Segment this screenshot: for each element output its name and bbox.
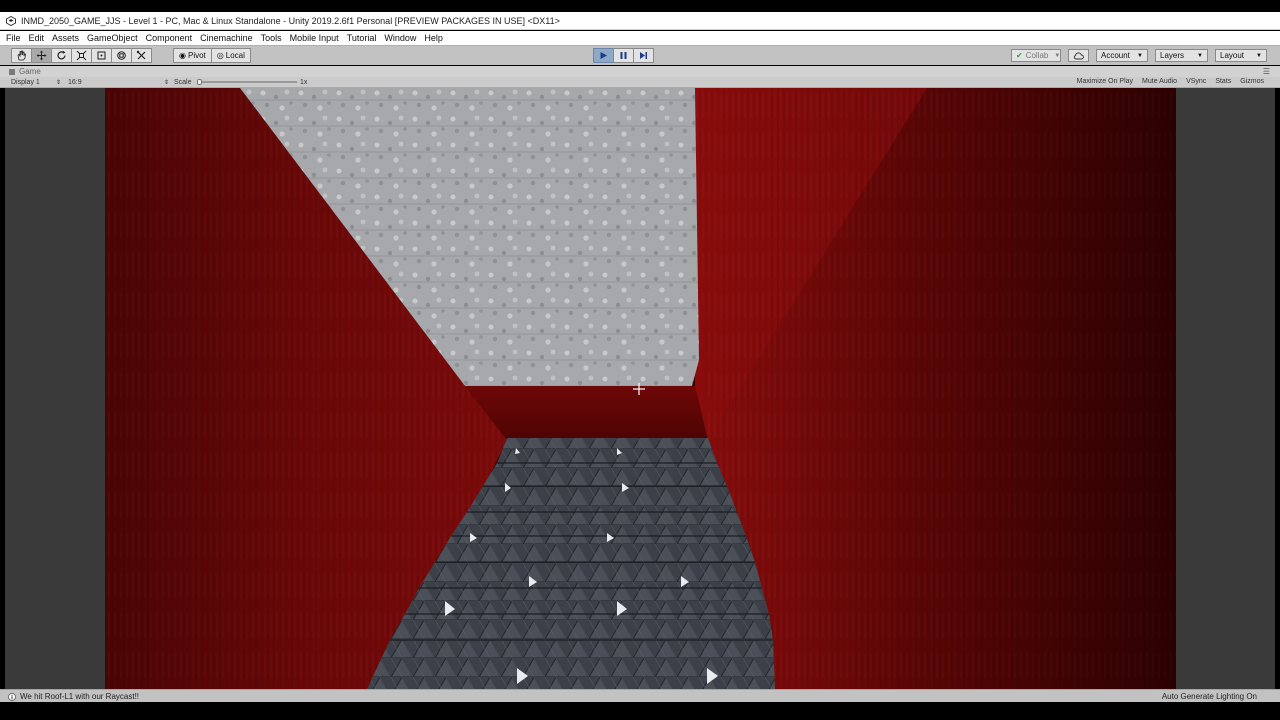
title-bar: INMD_2050_GAME_JJS - Level 1 - PC, Mac &… <box>0 12 1280 30</box>
info-icon <box>8 692 16 701</box>
rotate-tool-button[interactable] <box>51 48 72 63</box>
move-icon <box>36 50 47 61</box>
play-icon <box>600 52 607 59</box>
rect-tool-button[interactable] <box>91 48 112 63</box>
local-label: Local <box>225 51 245 60</box>
cloud-icon <box>1073 52 1084 59</box>
collab-label: Collab <box>1025 51 1049 60</box>
step-button[interactable] <box>633 48 654 63</box>
layers-label: Layers <box>1160 51 1185 60</box>
local-icon: ◎ <box>216 51 224 60</box>
tab-game[interactable]: Game <box>9 66 41 77</box>
scale-slider-track[interactable] <box>197 81 297 83</box>
transform-icon <box>117 51 126 60</box>
chevron-down-icon: ▼ <box>1054 52 1061 59</box>
check-icon: ✔ <box>1016 51 1023 60</box>
maximize-on-play-toggle[interactable]: Maximize On Play <box>1077 78 1133 85</box>
account-label: Account <box>1101 51 1130 60</box>
collab-dropdown-wrap: ✔ Collab ▼ <box>1011 49 1061 62</box>
game-tab-label: Game <box>19 67 41 76</box>
lighting-status: Auto Generate Lighting On <box>1161 692 1257 701</box>
display-label: Display 1 <box>11 79 40 86</box>
gizmos-dropdown[interactable]: Gizmos <box>1240 78 1264 85</box>
crosshair-icon <box>633 383 645 395</box>
window-title: INMD_2050_GAME_JJS - Level 1 - PC, Mac &… <box>21 15 560 26</box>
menu-assets[interactable]: Assets <box>52 33 79 43</box>
main-toolbar: ◉ Pivot ◎ Local ✔ Collab ▼ Account ▼ Lay… <box>0 45 1280 65</box>
play-button[interactable] <box>593 48 614 63</box>
tab-menu-icon[interactable]: ☰ <box>1263 67 1270 76</box>
chevron-down-icon: ▼ <box>1137 52 1143 59</box>
layout-dropdown[interactable]: Layout ▼ <box>1215 49 1267 62</box>
console-message-text: We hit Roof-L1 with our Raycast!! <box>20 692 140 701</box>
scale-value: 1x <box>300 79 308 86</box>
menu-cinemachine[interactable]: Cinemachine <box>200 33 253 43</box>
pivot-local-group: ◉ Pivot ◎ Local <box>173 48 251 63</box>
pivot-icon: ◉ <box>179 51 186 60</box>
cloud-button-wrap <box>1068 49 1089 62</box>
game-tab-row: Game ☰ <box>0 66 1280 77</box>
menu-tutorial[interactable]: Tutorial <box>347 33 377 43</box>
mute-audio-toggle[interactable]: Mute Audio <box>1142 78 1177 85</box>
status-bar: We hit Roof-L1 with our Raycast!! Auto G… <box>0 689 1280 702</box>
menu-bar: File Edit Assets GameObject Component Ci… <box>0 31 1280 45</box>
menu-gameobject[interactable]: GameObject <box>87 33 138 43</box>
step-icon <box>640 52 647 59</box>
pause-icon <box>620 52 627 59</box>
custom-tool-icon <box>136 50 146 60</box>
chevron-down-icon: ▼ <box>1197 52 1203 59</box>
custom-tool-button[interactable] <box>131 48 152 63</box>
pivot-button[interactable]: ◉ Pivot <box>173 48 212 63</box>
collab-dropdown[interactable]: ✔ Collab ▼ <box>1011 49 1061 62</box>
game-tab-icon <box>9 68 15 75</box>
hand-tool-button[interactable] <box>11 48 32 63</box>
game-view-options: Maximize On Play Mute Audio VSync Stats … <box>1068 78 1264 85</box>
scale-tool-button[interactable] <box>71 48 92 63</box>
game-view-toolbar: Display 1 ⇕ 16:9 ⇕ Scale 1x Maximize On … <box>0 77 1280 88</box>
pause-button[interactable] <box>613 48 634 63</box>
layout-dropdown-wrap: Layout ▼ <box>1215 49 1267 62</box>
pivot-label: Pivot <box>187 51 206 60</box>
chevron-updown-icon: ⇕ <box>163 80 169 86</box>
scale-label: Scale <box>174 79 192 86</box>
menu-component[interactable]: Component <box>146 33 193 43</box>
menu-tools[interactable]: Tools <box>261 33 282 43</box>
right-wall-texture <box>695 88 1176 689</box>
menu-file[interactable]: File <box>6 33 21 43</box>
chevron-down-icon: ▼ <box>1256 52 1262 59</box>
transform-tools <box>11 48 152 63</box>
hand-icon <box>17 50 26 61</box>
scale-slider-handle[interactable] <box>197 79 202 85</box>
layout-label: Layout <box>1220 51 1245 60</box>
cloud-button[interactable] <box>1068 49 1089 62</box>
layers-dropdown[interactable]: Layers ▼ <box>1155 49 1208 62</box>
rotate-icon <box>57 50 66 60</box>
menu-help[interactable]: Help <box>424 33 443 43</box>
local-button[interactable]: ◎ Local <box>210 48 251 63</box>
playback-controls <box>593 48 654 63</box>
display-dropdown[interactable]: Display 1 ⇕ <box>11 78 61 87</box>
unity-logo-icon <box>6 15 16 26</box>
vsync-toggle[interactable]: VSync <box>1186 78 1206 85</box>
aspect-label: 16:9 <box>68 79 82 86</box>
stats-toggle[interactable]: Stats <box>1215 78 1231 85</box>
account-dropdown[interactable]: Account ▼ <box>1096 49 1148 62</box>
rect-icon <box>97 51 106 60</box>
menu-edit[interactable]: Edit <box>29 33 45 43</box>
account-dropdown-wrap: Account ▼ <box>1096 49 1148 62</box>
console-message[interactable]: We hit Roof-L1 with our Raycast!! <box>8 692 139 701</box>
back-wall <box>465 386 708 440</box>
menu-mobile-input[interactable]: Mobile Input <box>290 33 339 43</box>
menu-window[interactable]: Window <box>384 33 416 43</box>
move-tool-button[interactable] <box>31 48 52 63</box>
aspect-dropdown[interactable]: 16:9 ⇕ <box>68 78 169 87</box>
chevron-updown-icon: ⇕ <box>55 80 61 86</box>
layers-dropdown-wrap: Layers ▼ <box>1155 49 1208 62</box>
scale-icon <box>76 50 87 61</box>
transform-tool-button[interactable] <box>111 48 132 63</box>
